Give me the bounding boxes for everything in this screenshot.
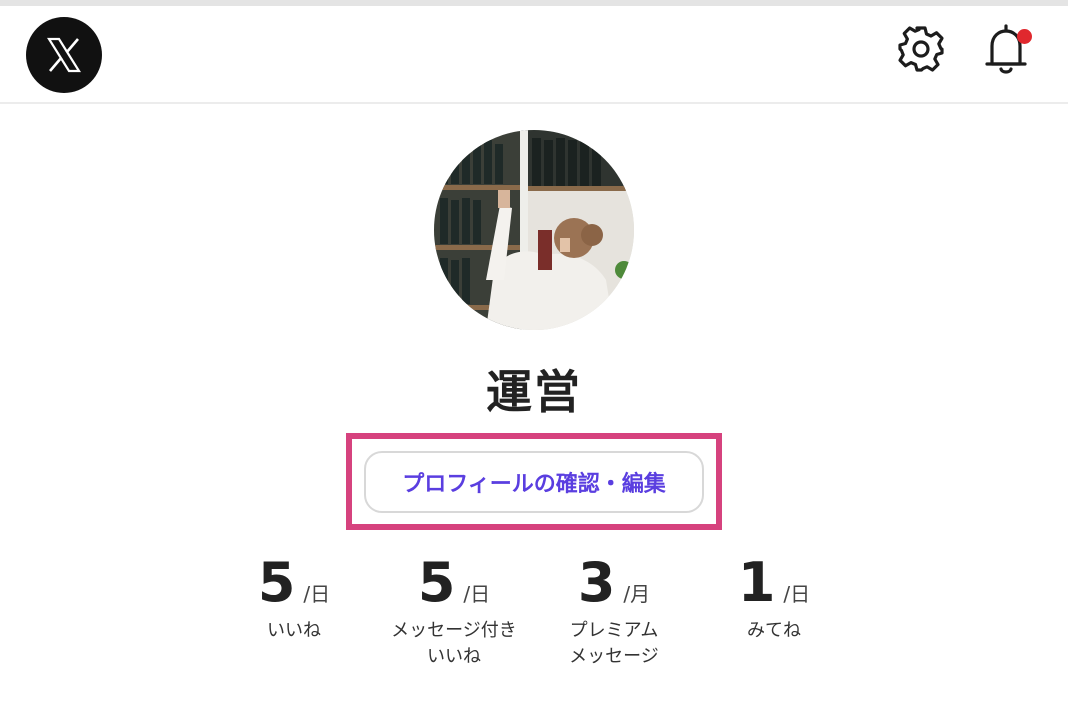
stat-label: メッセージ付き — [391, 620, 517, 641]
stat-likes: 5 /日 いいね — [204, 552, 384, 644]
stat-value: 5 — [417, 551, 456, 614]
avatar[interactable] — [434, 130, 634, 330]
stat-label-line2: メッセージ — [569, 646, 659, 667]
profile-page: 運営 プロフィールの確認・編集 5 /日 いいね 5 /日 メッセージ付き いい… — [0, 0, 1068, 720]
stat-label: いいね — [267, 620, 321, 641]
stat-unit: /日 — [303, 582, 331, 606]
stat-value: 3 — [577, 551, 616, 614]
stat-mitene: 1 /日 みてね — [684, 552, 864, 644]
gear-icon[interactable] — [896, 24, 946, 74]
stat-unit: /日 — [783, 582, 811, 606]
stat-value: 5 — [257, 551, 296, 614]
stat-message-likes: 5 /日 メッセージ付き いいね — [364, 552, 544, 670]
stat-label-line2: いいね — [427, 646, 481, 667]
stat-unit: /日 — [463, 582, 491, 606]
stat-label: みてね — [747, 620, 801, 641]
notification-badge — [1017, 29, 1032, 44]
stat-label: プレミアム — [569, 620, 659, 641]
stat-unit: /月 — [623, 582, 651, 606]
stat-premium-messages: 3 /月 プレミアム メッセージ — [524, 552, 704, 670]
profile-name: 運営 — [486, 365, 582, 419]
x-logo-icon[interactable] — [26, 17, 102, 93]
stat-value: 1 — [737, 551, 776, 614]
profile-edit-button[interactable]: プロフィールの確認・編集 — [364, 451, 704, 513]
